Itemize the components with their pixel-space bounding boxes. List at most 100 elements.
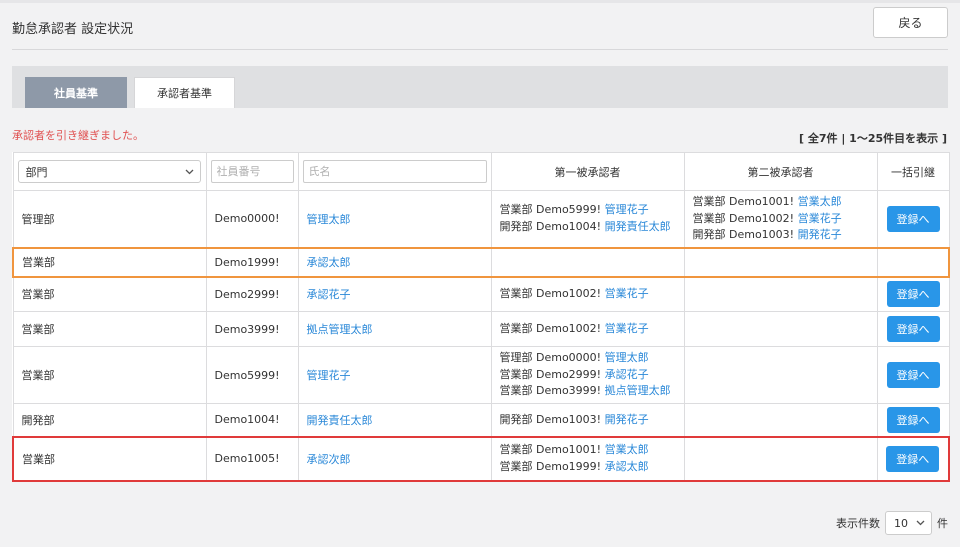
- employee-name-link[interactable]: 管理花子: [307, 369, 351, 382]
- second-entry: 営業部 Demo1001! 営業太郎: [693, 194, 869, 211]
- approver-info: 営業部 Demo5999!: [499, 203, 605, 217]
- approver-link[interactable]: 営業太郎: [605, 443, 649, 456]
- approver-link[interactable]: 開発責任太郎: [605, 220, 671, 233]
- name-input[interactable]: [302, 160, 487, 183]
- employee-no-input[interactable]: [210, 160, 294, 183]
- name-cell: 管理太郎: [297, 190, 492, 248]
- first-cell: 営業部 Demo1001! 営業太郎 営業部 Demo1999! 承認太郎: [490, 435, 685, 482]
- second-entry: 営業部 Demo1002! 営業花子: [693, 211, 869, 228]
- tab-approver-basis[interactable]: 承認者基準: [134, 77, 235, 108]
- first-entry: 営業部 Demo1002! 営業花子: [500, 321, 676, 338]
- approver-info: 管理部 Demo0000!: [499, 351, 605, 365]
- first-entry: 管理部 Demo0000! 管理太郎: [500, 350, 676, 367]
- approver-info: 営業部 Demo1001!: [499, 443, 605, 456]
- table-row: 営業部 Demo3999! 拠点管理太郎 営業部 Demo1002! 営業花子 登録へ: [12, 311, 950, 347]
- employee-name-link[interactable]: 承認次郎: [307, 453, 351, 466]
- employee-name-link[interactable]: 拠点管理太郎: [307, 323, 373, 336]
- page-title: 勤怠承認者 設定状況: [12, 22, 134, 37]
- table-row: 管理部 Demo0000! 管理太郎 営業部 Demo5999! 管理花子 開発部 De…: [12, 190, 950, 248]
- table-row: 営業部 Demo1999! 承認太郎: [12, 246, 950, 278]
- second-cell: 営業部 Demo1001! 営業太郎 営業部 Demo1002! 営業花子 開発部 …: [683, 190, 878, 248]
- bulk-transfer-cell: 登録へ: [876, 435, 950, 482]
- first-cell: 営業部 Demo1002! 営業花子: [490, 311, 685, 347]
- bulk-transfer-cell: 登録へ: [876, 190, 950, 248]
- first-entry: 営業部 Demo1002! 営業花子: [500, 286, 676, 303]
- first-cell: [490, 246, 685, 278]
- approver-link[interactable]: 管理太郎: [605, 351, 649, 364]
- approver-link[interactable]: 営業花子: [605, 322, 649, 335]
- register-button[interactable]: 登録へ: [886, 281, 940, 308]
- approver-link[interactable]: 開発花子: [798, 228, 842, 241]
- employee-no-filter-cell: [205, 152, 299, 191]
- employee-no-cell: Demo1005!: [205, 435, 299, 482]
- approver-link[interactable]: 管理花子: [605, 203, 649, 216]
- page-size-value: 10: [894, 516, 908, 530]
- name-cell: 管理花子: [297, 346, 492, 404]
- bulk-transfer-cell: 登録へ: [876, 311, 950, 347]
- first-cell: 管理部 Demo0000! 管理太郎 営業部 Demo2999! 承認花子 営業部 …: [490, 346, 685, 404]
- approver-link[interactable]: 承認太郎: [605, 460, 649, 473]
- second-cell: [683, 311, 878, 347]
- employee-no-cell: Demo0000!: [205, 190, 299, 248]
- approver-link[interactable]: 営業太郎: [798, 195, 842, 208]
- table-row: 営業部 Demo1005! 承認次郎 営業部 Demo1001! 営業太郎 営業部 De…: [12, 435, 950, 482]
- bulk-transfer-cell: 登録へ: [876, 346, 950, 404]
- department-cell: 開発部: [12, 403, 207, 437]
- department-cell: 営業部: [12, 346, 207, 404]
- approver-link[interactable]: 拠点管理太郎: [605, 384, 671, 397]
- approver-info: 営業部 Demo2999!: [499, 367, 605, 381]
- approver-info: 開発部 Demo1004!: [499, 219, 605, 233]
- page-size-control: 表示件数 10 件: [836, 511, 948, 535]
- approver-link[interactable]: 営業花子: [798, 212, 842, 225]
- chevron-down-icon: [916, 520, 925, 526]
- tab-bar: 社員基準 承認者基準: [12, 66, 948, 108]
- divider: [12, 49, 948, 50]
- approver-info: 営業部 Demo1999!: [499, 459, 605, 473]
- first-entry: 営業部 Demo2999! 承認花子: [500, 367, 676, 384]
- department-cell: 営業部: [12, 246, 207, 278]
- register-button[interactable]: 登録へ: [886, 205, 940, 232]
- first-entry: 営業部 Demo5999! 管理花子: [500, 202, 676, 219]
- first-cell: 営業部 Demo1002! 営業花子: [490, 276, 685, 312]
- register-button[interactable]: 登録へ: [886, 445, 940, 472]
- register-button[interactable]: 登録へ: [886, 406, 940, 433]
- register-button[interactable]: 登録へ: [886, 362, 940, 388]
- second-entry: 開発部 Demo1003! 開発花子: [693, 227, 869, 244]
- approver-info: 開発部 Demo1003!: [499, 412, 605, 426]
- employee-name-link[interactable]: 開発責任太郎: [307, 414, 373, 427]
- name-cell: 承認花子: [297, 276, 492, 312]
- name-cell: 拠点管理太郎: [297, 311, 492, 347]
- approver-info: 営業部 Demo1002!: [499, 287, 605, 300]
- employee-name-link[interactable]: 承認太郎: [307, 256, 351, 269]
- table-header-row: 部門 第一被承認者 第二被承認者 一括引継: [12, 152, 950, 191]
- page-size-select[interactable]: 10: [885, 511, 932, 535]
- register-button[interactable]: 登録へ: [886, 316, 940, 342]
- first-entry: 開発部 Demo1004! 開発責任太郎: [500, 219, 676, 236]
- table-row: 営業部 Demo5999! 管理花子 管理部 Demo0000! 管理太郎 営業部 De…: [12, 346, 950, 404]
- approver-link[interactable]: 開発花子: [605, 413, 649, 426]
- first-cell: 開発部 Demo1003! 開発花子: [490, 403, 685, 437]
- department-select[interactable]: 部門: [17, 160, 201, 183]
- first-entry: 営業部 Demo1999! 承認太郎: [500, 459, 676, 476]
- department-cell: 営業部: [12, 276, 207, 312]
- approver-info: 営業部 Demo1002!: [499, 321, 605, 335]
- bulk-transfer-cell: [876, 246, 950, 278]
- department-filter-cell: 部門: [12, 152, 207, 191]
- approver-info: 営業部 Demo3999!: [499, 384, 605, 398]
- second-cell: [683, 276, 878, 312]
- tab-employee-basis[interactable]: 社員基準: [25, 77, 127, 108]
- approver-link[interactable]: 承認花子: [605, 368, 649, 381]
- first-entry: 営業部 Demo3999! 拠点管理太郎: [500, 383, 676, 400]
- top-border: [0, 0, 960, 3]
- employee-name-link[interactable]: 承認花子: [307, 288, 351, 301]
- page-size-suffix: 件: [937, 517, 948, 530]
- success-message: 承認者を引き継ぎました。: [12, 129, 144, 142]
- approver-info: 営業部 Demo1001!: [692, 195, 798, 208]
- approver-info: 開発部 Demo1003!: [692, 228, 798, 241]
- name-cell: 承認次郎: [297, 435, 492, 482]
- employee-name-link[interactable]: 管理太郎: [307, 213, 351, 226]
- approver-link[interactable]: 営業花子: [605, 287, 649, 300]
- second-cell: [683, 403, 878, 437]
- department-cell: 営業部: [12, 311, 207, 347]
- back-button[interactable]: 戻る: [873, 7, 948, 38]
